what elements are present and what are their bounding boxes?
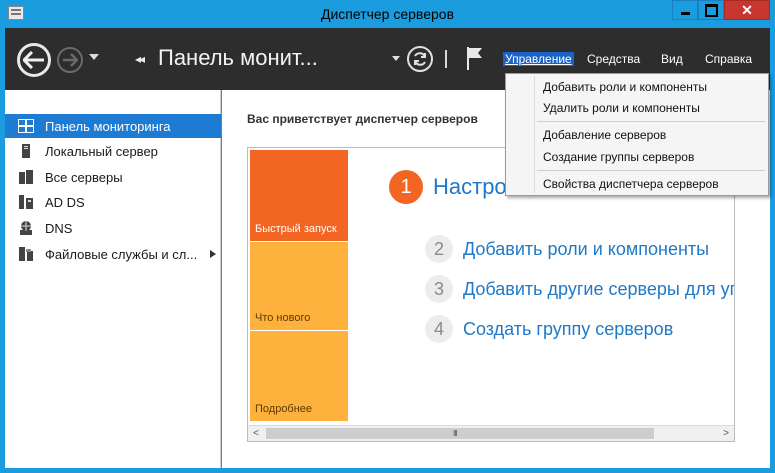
- step-link[interactable]: Добавить роли и компоненты: [463, 239, 709, 260]
- menu-separator: [537, 170, 765, 171]
- minimize-button[interactable]: [672, 0, 698, 20]
- sidebar-item-ad-ds[interactable]: AD DS: [5, 190, 221, 214]
- page-title: Панель монит...: [158, 45, 318, 70]
- file-services-icon: [19, 247, 33, 261]
- welcome-heading: Вас приветствует диспетчер серверов: [247, 112, 478, 126]
- manage-dropdown-menu: Добавить роли и компоненты Удалить роли …: [505, 73, 769, 196]
- server-icon: [22, 144, 30, 158]
- step-link[interactable]: Добавить другие серверы для управления: [463, 279, 734, 300]
- tile-quick-start[interactable]: Быстрый запуск: [250, 150, 348, 241]
- tile-whats-new[interactable]: Что нового: [250, 242, 348, 330]
- servers-icon: [19, 170, 33, 184]
- step-add-servers[interactable]: 3 Добавить другие серверы для управления: [425, 275, 734, 303]
- menu-manage[interactable]: Управление: [503, 52, 574, 66]
- scroll-thumb[interactable]: [266, 428, 654, 439]
- menu-view[interactable]: Вид: [659, 52, 685, 66]
- sidebar-item-dashboard[interactable]: Панель мониторинга: [5, 114, 221, 138]
- menu-help[interactable]: Справка: [703, 52, 754, 66]
- dns-icon: [20, 221, 32, 235]
- menu-item-server-manager-properties[interactable]: Свойства диспетчера серверов: [543, 177, 719, 191]
- window-title: Диспетчер серверов: [320, 6, 455, 22]
- sidebar-item-label: Все серверы: [45, 169, 123, 185]
- step-number: 4: [425, 315, 453, 343]
- sidebar-item-local-server[interactable]: Локальный сервер: [5, 139, 221, 163]
- tile-label: Подробнее: [255, 403, 313, 415]
- close-button[interactable]: ✕: [724, 0, 770, 20]
- forward-arrow-icon: [63, 53, 78, 67]
- back-button[interactable]: [17, 43, 51, 77]
- refresh-button[interactable]: [407, 46, 433, 72]
- step-link[interactable]: Создать группу серверов: [463, 319, 673, 340]
- step-create-server-group[interactable]: 4 Создать группу серверов: [425, 315, 673, 343]
- step-number: 1: [389, 170, 423, 204]
- menu-item-create-server-group[interactable]: Создание группы серверов: [543, 150, 694, 164]
- horizontal-scrollbar[interactable]: < III >: [248, 425, 734, 441]
- forward-button[interactable]: [57, 47, 83, 73]
- sidebar-item-label: Файловые службы и сл...: [45, 246, 198, 262]
- refresh-icon: [414, 52, 426, 66]
- menu-item-add-roles[interactable]: Добавить роли и компоненты: [543, 80, 707, 94]
- menu-separator: [537, 121, 765, 122]
- sidebar-item-label: DNS: [45, 220, 73, 236]
- toolbar-separator: [445, 50, 447, 68]
- sidebar-item-dns[interactable]: DNS: [5, 216, 221, 240]
- scroll-right-icon[interactable]: >: [718, 427, 734, 441]
- title-bar: Диспетчер серверов ✕: [0, 0, 775, 28]
- scroll-left-icon[interactable]: <: [248, 427, 264, 441]
- menu-item-add-servers[interactable]: Добавление серверов: [543, 128, 666, 142]
- dashboard-icon: [18, 119, 34, 133]
- menu-tools[interactable]: Средства: [585, 52, 642, 66]
- sidebar-item-label: Панель мониторинга: [45, 118, 171, 134]
- step-add-roles[interactable]: 2 Добавить роли и компоненты: [425, 235, 709, 263]
- tile-learn-more[interactable]: Подробнее: [250, 331, 348, 421]
- tile-label: Быстрый запуск: [255, 223, 337, 235]
- step-number: 3: [425, 275, 453, 303]
- notifications-flag-icon[interactable]: [465, 45, 485, 71]
- menu-item-remove-roles[interactable]: Удалить роли и компоненты: [543, 101, 700, 115]
- sidebar: Панель мониторинга Локальный сервер Все …: [5, 90, 221, 468]
- tile-label: Что нового: [255, 312, 311, 324]
- breadcrumb-chevron-icon[interactable]: [392, 56, 400, 61]
- nav-history-chevron-icon[interactable]: [89, 54, 99, 60]
- scroll-grip-icon: III: [453, 429, 458, 438]
- step-number: 2: [425, 235, 453, 263]
- sidebar-item-file-services[interactable]: Файловые службы и сл...: [5, 242, 221, 266]
- breadcrumb-arrows-icon: ◂◂: [135, 52, 145, 66]
- sidebar-item-all-servers[interactable]: Все серверы: [5, 165, 221, 189]
- maximize-button[interactable]: [698, 0, 724, 20]
- expand-arrow-icon[interactable]: [210, 250, 216, 258]
- sidebar-item-label: Локальный сервер: [45, 143, 158, 159]
- ad-ds-icon: [19, 195, 33, 209]
- sidebar-item-label: AD DS: [45, 194, 85, 210]
- back-arrow-icon: [23, 51, 44, 69]
- window-border: [0, 468, 775, 473]
